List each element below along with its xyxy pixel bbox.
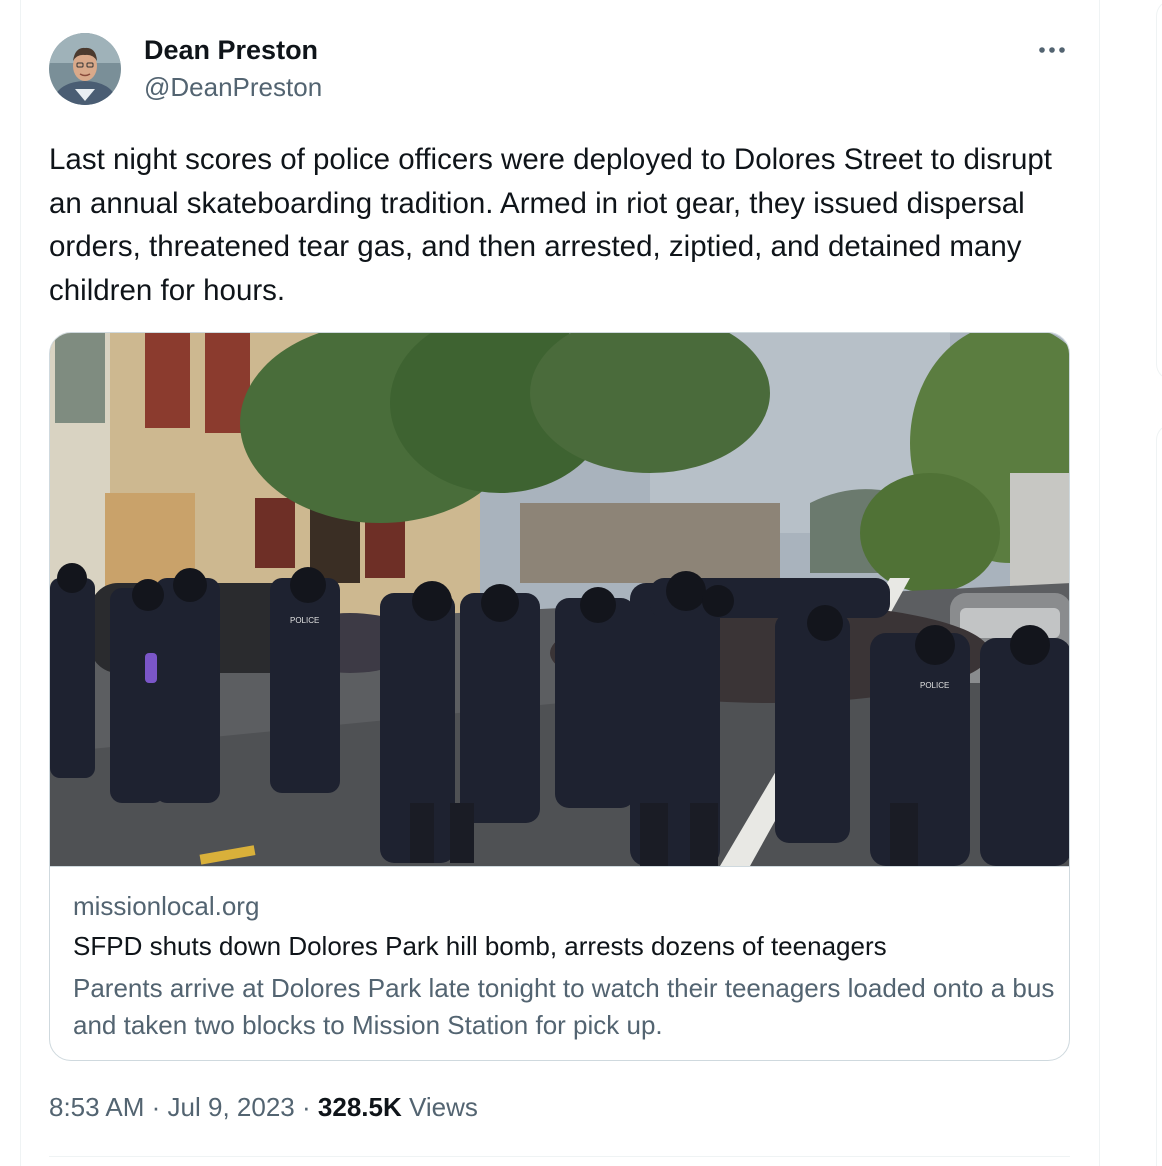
avatar[interactable] (49, 33, 121, 105)
sidebar-card (1156, 0, 1162, 380)
views-count: 328.5K (317, 1092, 402, 1122)
street-police-photo: POLICE POLICE (50, 333, 1069, 866)
meta-separator: · (302, 1092, 311, 1122)
police-badge-text: POLICE (920, 681, 949, 690)
divider (49, 1156, 1070, 1157)
column-border-left (20, 0, 21, 1166)
more-options-button[interactable] (1032, 36, 1072, 64)
author-handle[interactable]: @DeanPreston (144, 72, 322, 103)
meta-separator: · (151, 1092, 161, 1122)
police-badge-text: POLICE (290, 616, 319, 625)
tweet-meta: 8:53 AM · Jul 9, 2023 · 328.5K Views (49, 1092, 478, 1123)
link-card-description: Parents arrive at Dolores Park late toni… (73, 973, 1055, 1040)
link-card-domain: missionlocal.org (73, 891, 260, 921)
sidebar-card (1156, 424, 1162, 1166)
link-card[interactable]: POLICE POLICE missionlocal.org SFPD shut… (49, 332, 1070, 1061)
column-border-right (1099, 0, 1100, 1166)
card-divider (50, 866, 1069, 867)
link-card-title: SFPD shuts down Dolores Park hill bomb, … (73, 931, 887, 961)
tweet-time[interactable]: 8:53 AM (49, 1092, 144, 1122)
author-name[interactable]: Dean Preston (144, 35, 318, 66)
avatar-image (49, 33, 121, 105)
views-label: Views (408, 1092, 478, 1122)
more-horizontal-icon (1039, 47, 1065, 53)
tweet-text: Last night scores of police officers wer… (49, 143, 1052, 307)
link-card-image[interactable]: POLICE POLICE (50, 333, 1069, 866)
tweet-date[interactable]: Jul 9, 2023 (168, 1092, 295, 1122)
tweet-page: Dean Preston @DeanPreston Last night sco… (0, 0, 1162, 1166)
